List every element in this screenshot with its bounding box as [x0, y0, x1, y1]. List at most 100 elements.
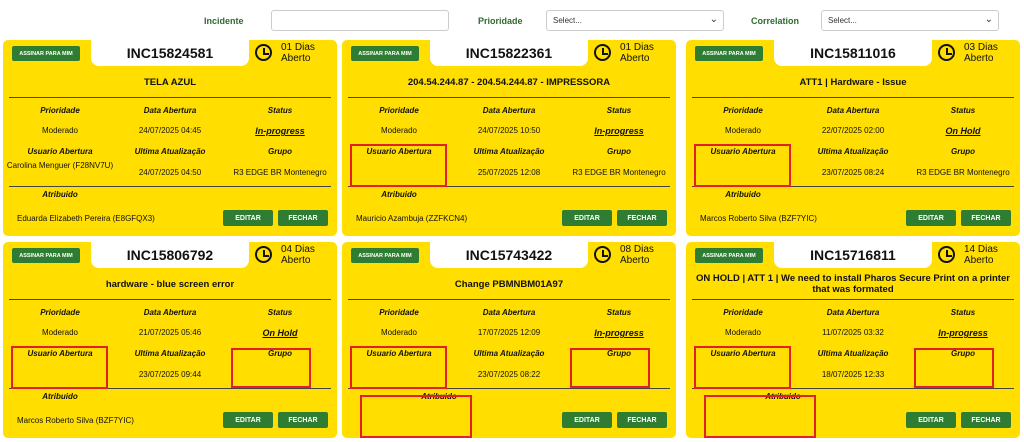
- clock-icon: [938, 44, 955, 61]
- days-open: 03 Dias Aberto: [964, 42, 998, 64]
- incident-number: INC15716811: [774, 242, 932, 268]
- grupo-header: Grupo: [268, 147, 292, 156]
- incident-title: 204.54.244.87 - 204.54.244.87 - IMPRESSO…: [407, 76, 611, 88]
- divider: [9, 299, 331, 300]
- atribuido-header: Atribuido: [725, 190, 761, 199]
- edit-button[interactable]: EDITAR: [562, 210, 612, 226]
- data-abertura-header: Data Abertura: [143, 106, 197, 115]
- incident-number: INC15806792: [91, 242, 249, 268]
- redaction-box: [360, 395, 472, 438]
- assign-to-me-button[interactable]: ASSINAR PARA MIM: [695, 46, 763, 61]
- atribuido-value: Mauricio Azambuja (ZZFKCN4): [356, 214, 468, 223]
- atribuido-value: Marcos Roberto Silva (BZF7YIC): [17, 416, 134, 425]
- prioridade-value: Moderado: [41, 328, 79, 337]
- data-abertura-header: Data Abertura: [826, 308, 880, 317]
- status-value: In-progress: [594, 126, 644, 136]
- ultima-value: 18/07/2025 12:33: [821, 370, 885, 379]
- edit-button[interactable]: EDITAR: [906, 210, 956, 226]
- chevron-down-icon: ⌄: [709, 14, 718, 25]
- redaction-box: [570, 348, 650, 388]
- redaction-box: [694, 144, 791, 187]
- prioridade-select[interactable]: Select... ⌄: [546, 10, 724, 31]
- close-button[interactable]: FECHAR: [278, 210, 328, 226]
- edit-button[interactable]: EDITAR: [223, 412, 273, 428]
- data-abertura-header: Data Abertura: [143, 308, 197, 317]
- close-button[interactable]: FECHAR: [961, 210, 1011, 226]
- grupo-header: Grupo: [951, 147, 975, 156]
- ultima-value: 24/07/2025 04:50: [138, 168, 202, 177]
- edit-button[interactable]: EDITAR: [562, 412, 612, 428]
- prioridade-header: Prioridade: [723, 106, 763, 115]
- status-value: On Hold: [262, 328, 298, 338]
- incident-number: INC15811016: [774, 40, 932, 66]
- data-abertura-value: 11/07/2025 03:32: [822, 328, 884, 337]
- redaction-box: [350, 144, 447, 187]
- close-button[interactable]: FECHAR: [617, 210, 667, 226]
- correlation-label: Correlation: [751, 16, 800, 26]
- prioridade-label: Prioridade: [478, 16, 523, 26]
- grupo-value: R3 EDGE BR Montenegro: [916, 168, 1010, 177]
- status-value: On Hold: [945, 126, 981, 136]
- assign-to-me-button[interactable]: ASSINAR PARA MIM: [12, 46, 80, 61]
- redaction-box: [11, 346, 108, 389]
- incident-card[interactable]: ASSINAR PARA MIM INC15811016 03 Dias Abe…: [686, 40, 1020, 236]
- clock-icon: [938, 246, 955, 263]
- assign-to-me-button[interactable]: ASSINAR PARA MIM: [351, 248, 419, 263]
- close-button[interactable]: FECHAR: [961, 412, 1011, 428]
- edit-button[interactable]: EDITAR: [906, 412, 956, 428]
- ultima-header: Ultima Atualização: [817, 147, 889, 156]
- ultima-value: 23/07/2025 09:44: [138, 370, 202, 379]
- incident-card[interactable]: ASSINAR PARA MIM INC15824581 01 Dias Abe…: [3, 40, 337, 236]
- incident-card[interactable]: ASSINAR PARA MIM INC15743422 08 Dias Abe…: [342, 242, 676, 438]
- usuario-value: Carolina Menguer (F28NV7U): [6, 161, 114, 170]
- assign-to-me-button[interactable]: ASSINAR PARA MIM: [351, 46, 419, 61]
- clock-icon: [594, 44, 611, 61]
- divider: [9, 97, 331, 98]
- redaction-box: [231, 348, 311, 388]
- grupo-value: R3 EDGE BR Montenegro: [233, 168, 327, 177]
- prioridade-value: Moderado: [724, 328, 762, 337]
- incident-card[interactable]: ASSINAR PARA MIM INC15806792 04 Dias Abe…: [3, 242, 337, 438]
- incident-title: ON HOLD | ATT 1 | We need to install Pha…: [696, 273, 1010, 295]
- edit-button[interactable]: EDITAR: [223, 210, 273, 226]
- prioridade-value: Moderado: [41, 126, 79, 135]
- divider: [348, 97, 670, 98]
- status-header: Status: [606, 106, 632, 115]
- correlation-select[interactable]: Select... ⌄: [821, 10, 999, 31]
- close-button[interactable]: FECHAR: [278, 412, 328, 428]
- data-abertura-value: 21/07/2025 05:46: [138, 328, 202, 337]
- prioridade-header: Prioridade: [379, 308, 419, 317]
- ultima-value: 25/07/2025 12:08: [477, 168, 541, 177]
- close-button[interactable]: FECHAR: [617, 412, 667, 428]
- ultima-header: Ultima Atualização: [134, 147, 206, 156]
- assign-to-me-button[interactable]: ASSINAR PARA MIM: [12, 248, 80, 263]
- divider: [9, 186, 331, 187]
- incident-title: Change PBMNBM01A97: [454, 278, 564, 290]
- data-abertura-value: 24/07/2025 04:45: [138, 126, 202, 135]
- prioridade-value: Moderado: [380, 126, 418, 135]
- incident-number: INC15743422: [430, 242, 588, 268]
- ultima-header: Ultima Atualização: [817, 349, 889, 358]
- incident-card[interactable]: ASSINAR PARA MIM INC15822361 01 Dias Abe…: [342, 40, 676, 236]
- days-open: 14 Dias Aberto: [964, 244, 998, 266]
- status-header: Status: [267, 106, 293, 115]
- prioridade-value: Moderado: [380, 328, 418, 337]
- divider: [692, 299, 1014, 300]
- incidente-label: Incidente: [204, 16, 244, 26]
- ultima-header: Ultima Atualização: [134, 349, 206, 358]
- assign-to-me-button[interactable]: ASSINAR PARA MIM: [695, 248, 763, 263]
- status-header: Status: [950, 106, 976, 115]
- atribuido-header: Atribuido: [381, 190, 417, 199]
- divider: [348, 299, 670, 300]
- filter-bar: Incidente Prioridade Select... ⌄ Correlat…: [0, 10, 1024, 32]
- status-header: Status: [267, 308, 293, 317]
- prioridade-select-value: Select...: [553, 16, 582, 25]
- redaction-box: [694, 346, 791, 389]
- atribuido-value: Eduarda Elizabeth Pereira (E8GFQX3): [17, 214, 155, 223]
- usuario-header: Usuario Abertura: [27, 147, 93, 156]
- incidente-input[interactable]: [271, 10, 449, 31]
- ultima-value: 23/07/2025 08:24: [821, 168, 885, 177]
- incident-card[interactable]: ASSINAR PARA MIM INC15716811 14 Dias Abe…: [686, 242, 1020, 438]
- clock-icon: [255, 44, 272, 61]
- divider: [692, 97, 1014, 98]
